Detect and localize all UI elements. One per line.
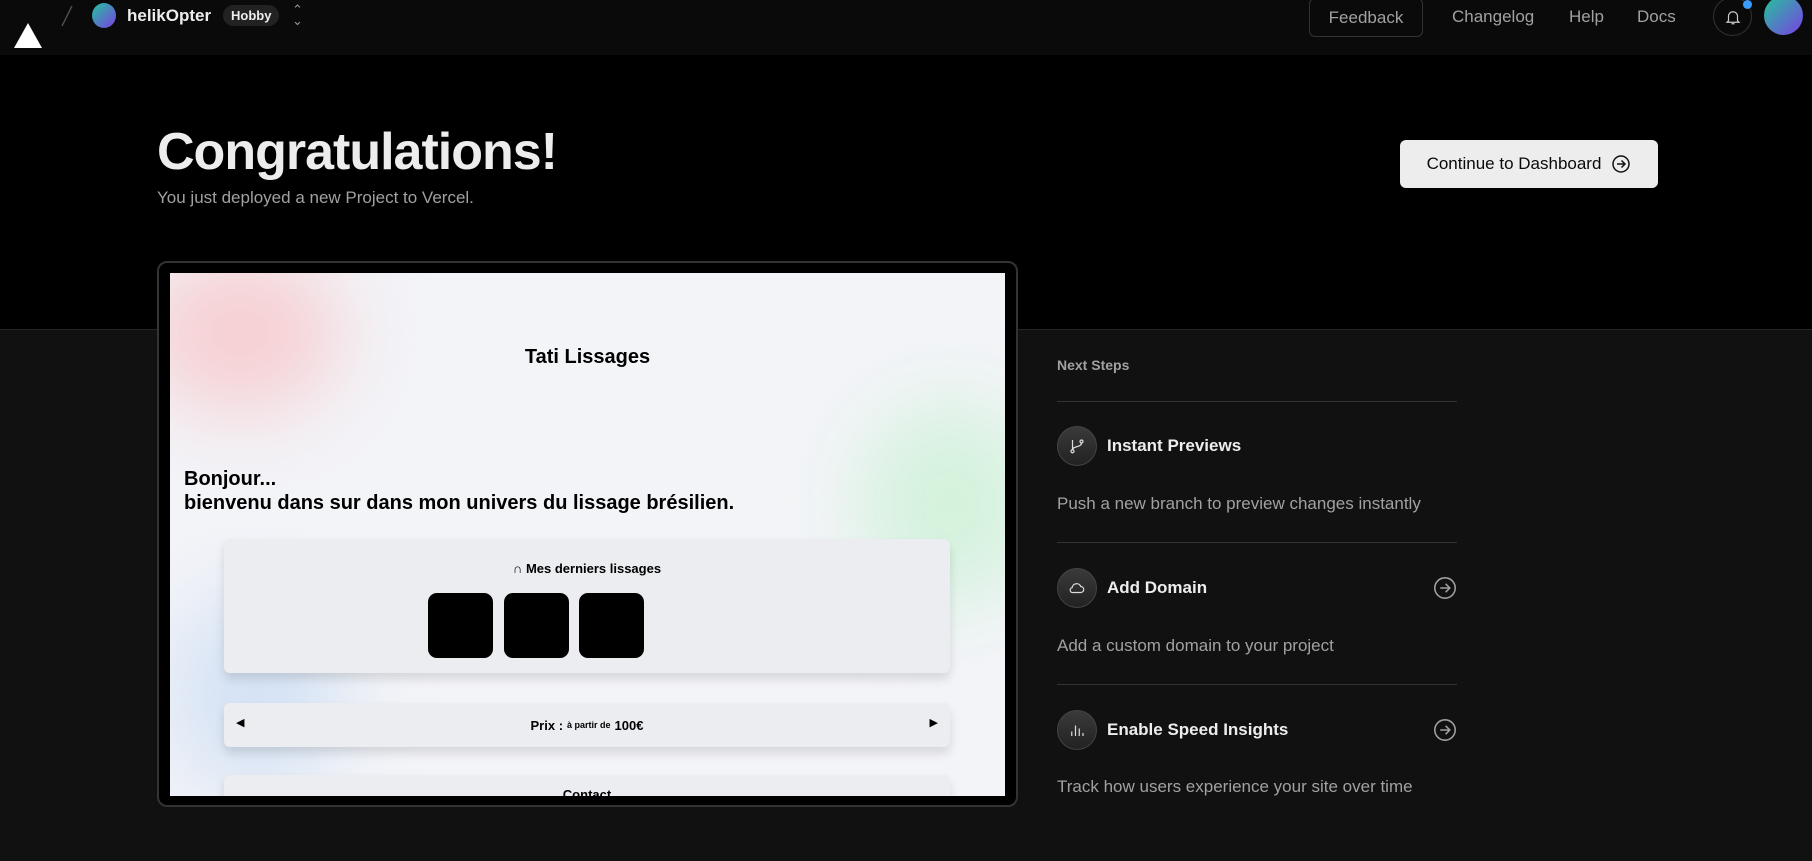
next-steps-heading: Next Steps xyxy=(1057,357,1130,373)
step-label: Instant Previews xyxy=(1107,436,1242,455)
team-avatar[interactable] xyxy=(92,3,116,28)
gallery-photo xyxy=(579,593,644,658)
site-title: Tati Lissages xyxy=(524,346,651,368)
step-label: Enable Speed Insights xyxy=(1107,720,1289,739)
step-description: Track how users experience your site ove… xyxy=(1057,777,1413,796)
step-add-domain[interactable]: Add Domain xyxy=(1057,567,1457,609)
git-branch-icon xyxy=(1070,439,1084,454)
top-nav: helikOpter Hobby ⌃ ⌄ Feedback Changelog H… xyxy=(0,0,1812,55)
deployment-preview[interactable]: Tati Lissages Bonjour... bienvenu dans s… xyxy=(157,261,1018,807)
hair-icon: ∩ xyxy=(512,561,523,576)
team-switcher-icon[interactable]: ⌃ ⌄ xyxy=(292,3,303,27)
step-description: Add a custom domain to your project xyxy=(1057,636,1334,655)
preview-screenshot: Tati Lissages Bonjour... bienvenu dans s… xyxy=(170,273,1005,796)
chevron-left-icon: ◀ xyxy=(236,717,245,729)
page-subtitle: You just deployed a new Project to Verce… xyxy=(157,188,474,207)
cta-label: Continue to Dashboard xyxy=(1426,154,1602,173)
arrow-right-circle-icon xyxy=(1612,155,1631,173)
notification-dot xyxy=(1743,0,1752,9)
step-description: Push a new branch to preview changes ins… xyxy=(1057,494,1421,513)
vercel-logo-icon[interactable] xyxy=(14,23,42,48)
slash-divider-icon xyxy=(61,5,73,27)
bell-icon xyxy=(1725,10,1740,24)
feedback-button[interactable]: Feedback xyxy=(1309,0,1423,37)
continue-to-dashboard-button[interactable]: Continue to Dashboard xyxy=(1400,140,1658,188)
chevron-right-icon: ▶ xyxy=(929,717,938,729)
divider xyxy=(1057,401,1457,402)
help-link[interactable]: Help xyxy=(1569,7,1604,27)
plan-badge: Hobby xyxy=(223,5,280,26)
arrow-right-circle-icon[interactable] xyxy=(1433,718,1457,742)
site-welcome: bienvenu dans sur dans mon univers du li… xyxy=(184,492,735,514)
docs-link[interactable]: Docs xyxy=(1637,7,1676,27)
site-greeting: Bonjour... xyxy=(184,468,277,490)
changelog-link[interactable]: Changelog xyxy=(1452,7,1534,27)
contact-title: Contact xyxy=(562,787,612,796)
page-title: Congratulations! xyxy=(157,123,558,181)
price-card: ◀ Prix : à partir de 100€ ▶ xyxy=(224,703,950,747)
cloud-icon xyxy=(1069,583,1085,594)
team-name[interactable]: helikOpter xyxy=(127,6,211,26)
divider xyxy=(1057,542,1457,543)
divider xyxy=(1057,684,1457,685)
contact-card: Contact xyxy=(224,775,950,796)
bar-chart-icon xyxy=(1071,725,1084,736)
user-avatar[interactable] xyxy=(1764,0,1803,35)
step-label: Add Domain xyxy=(1107,578,1208,597)
gallery-photo xyxy=(504,593,569,658)
gallery-photo xyxy=(428,593,493,658)
arrow-right-circle-icon[interactable] xyxy=(1433,576,1457,600)
gallery-title: ∩ Mes derniers lissages xyxy=(512,561,662,576)
step-speed-insights[interactable]: Enable Speed Insights xyxy=(1057,709,1457,751)
step-instant-previews[interactable]: Instant Previews xyxy=(1057,425,1457,467)
